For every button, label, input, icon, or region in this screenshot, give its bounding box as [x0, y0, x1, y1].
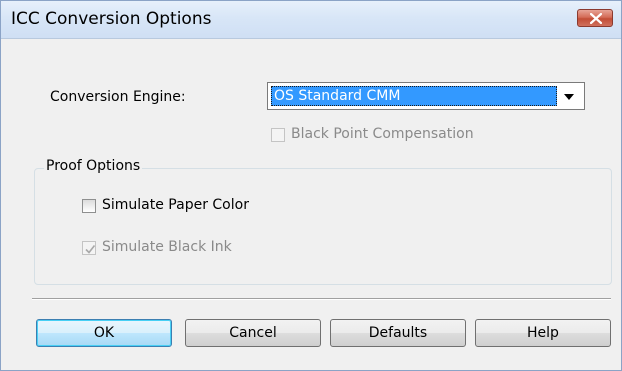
- close-button[interactable]: [577, 9, 613, 27]
- proof-options-group: [34, 168, 612, 285]
- proof-options-legend: Proof Options: [44, 158, 143, 174]
- close-icon: [590, 13, 602, 24]
- black-point-compensation-label: Black Point Compensation: [291, 126, 474, 142]
- simulate-paper-color-label[interactable]: Simulate Paper Color: [102, 197, 249, 213]
- separator: [32, 298, 611, 300]
- dialog-title: ICC Conversion Options: [11, 9, 212, 29]
- ok-button[interactable]: OK: [36, 319, 172, 347]
- simulate-black-ink-checkbox[interactable]: [82, 241, 96, 255]
- checkmark-icon: [85, 245, 96, 254]
- simulate-black-ink-label: Simulate Black Ink: [102, 239, 232, 255]
- help-button[interactable]: Help: [475, 319, 611, 347]
- icc-conversion-dialog: ICC Conversion Options Conversion Engine…: [0, 0, 622, 371]
- simulate-paper-color-checkbox[interactable]: [82, 199, 96, 213]
- conversion-engine-selected-value: OS Standard CMM: [271, 86, 557, 106]
- defaults-button[interactable]: Defaults: [330, 319, 466, 347]
- conversion-engine-label: Conversion Engine:: [50, 89, 186, 105]
- chevron-down-icon[interactable]: [564, 94, 574, 100]
- black-point-compensation-checkbox[interactable]: [271, 128, 285, 142]
- title-bar[interactable]: ICC Conversion Options: [1, 1, 621, 39]
- conversion-engine-select[interactable]: OS Standard CMM: [267, 82, 585, 110]
- cancel-button[interactable]: Cancel: [185, 319, 321, 347]
- dialog-content: Conversion Engine: OS Standard CMM Black…: [1, 40, 621, 370]
